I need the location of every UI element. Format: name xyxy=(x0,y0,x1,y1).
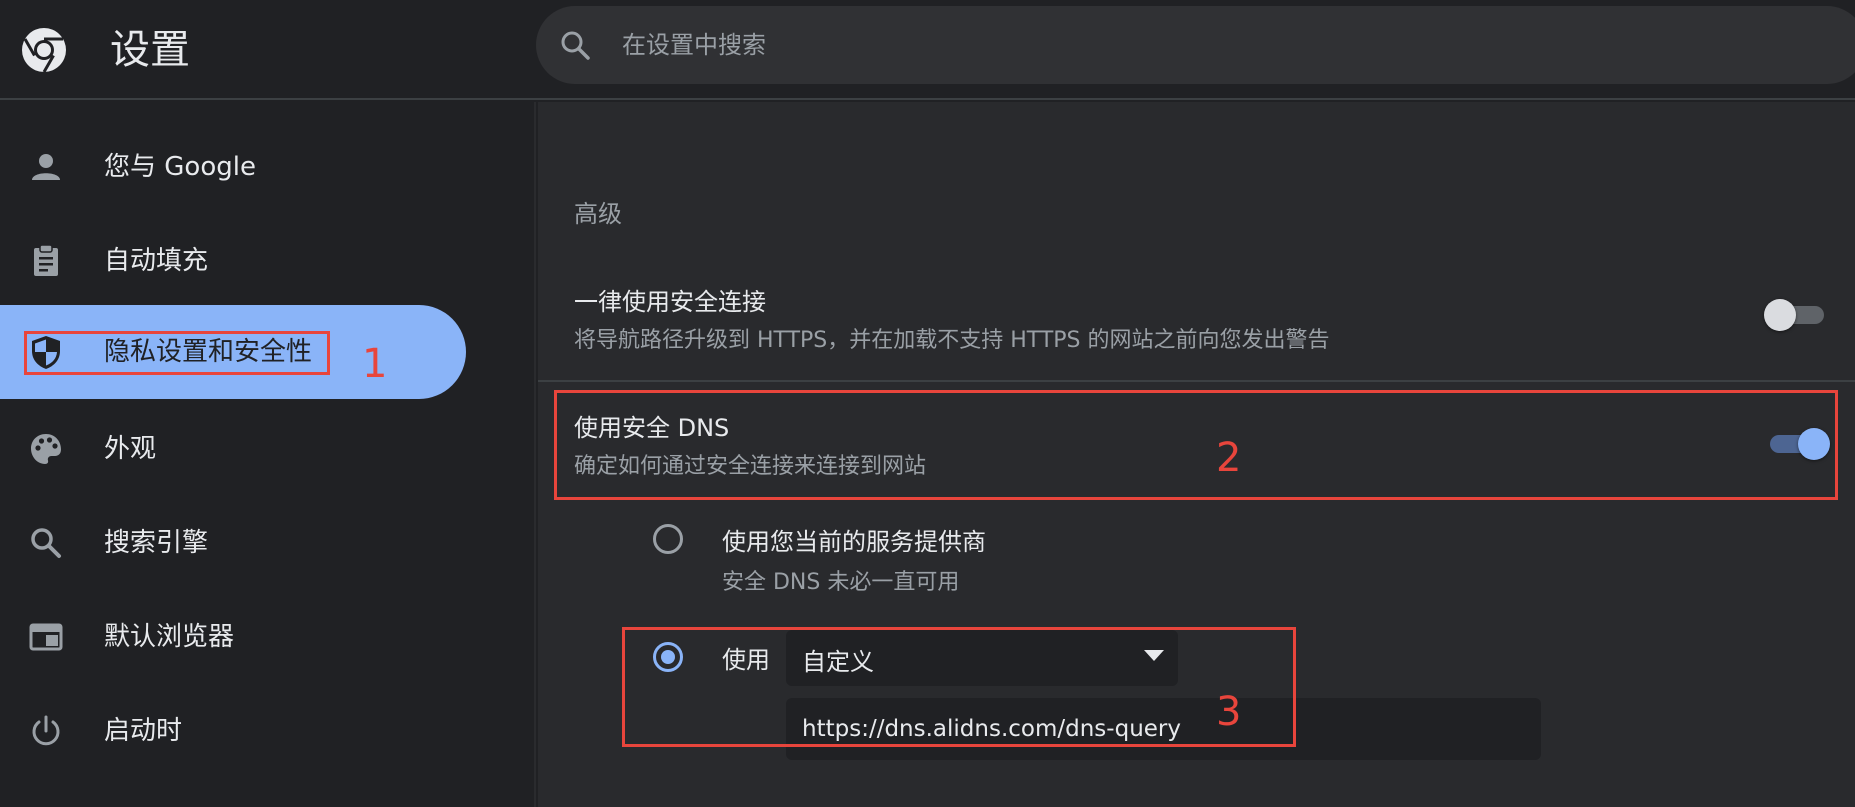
search-box[interactable] xyxy=(536,6,1855,84)
page-title: 设置 xyxy=(110,27,190,73)
sidebar-item-search-engine[interactable]: 搜索引擎 xyxy=(0,496,466,590)
current-provider-title: 使用您当前的服务提供商 xyxy=(722,528,986,556)
sidebar-item-autofill[interactable]: 自动填充 xyxy=(0,214,466,308)
sidebar-item-label: 默认浏览器 xyxy=(104,622,235,652)
sidebar-item-on-startup[interactable]: 启动时 xyxy=(0,684,466,778)
sidebar-item-label: 搜索引擎 xyxy=(104,528,209,558)
radio-current-provider[interactable] xyxy=(653,524,683,554)
current-provider-description: 安全 DNS 未必一直可用 xyxy=(722,570,960,595)
annotation-label-3: 3 xyxy=(1216,689,1242,735)
sidebar-item-default-browser[interactable]: 默认浏览器 xyxy=(0,590,466,684)
annotation-label-1: 1 xyxy=(362,341,388,387)
chrome-logo-icon xyxy=(22,28,66,73)
sidebar-item-appearance[interactable]: 外观 xyxy=(0,402,466,496)
settings-main-panel: 高级 一律使用安全连接 将导航路径升级到 HTTPS，并在加载不支持 HTTPS… xyxy=(538,102,1855,807)
https-setting-title: 一律使用安全连接 xyxy=(574,288,766,316)
search-icon xyxy=(31,528,61,558)
clipboard-icon xyxy=(34,244,58,276)
divider xyxy=(538,380,1855,382)
sidebar-item-label: 您与 Google xyxy=(104,152,256,182)
annotation-box-1 xyxy=(24,331,330,375)
sidebar-item-label: 启动时 xyxy=(104,716,183,746)
browser-window-icon xyxy=(29,623,63,651)
palette-icon xyxy=(31,434,61,464)
annotation-box-3 xyxy=(622,627,1296,747)
https-setting-description: 将导航路径升级到 HTTPS，并在加载不支持 HTTPS 的网站之前向您发出警告 xyxy=(574,328,1330,353)
sidebar: 您与 Google 自动填充 隐私设置和安全性 外观 搜索引擎 默认浏览器 启动… xyxy=(0,102,536,807)
toggle-knob xyxy=(1764,299,1796,331)
header: 设置 xyxy=(0,0,1855,100)
section-title: 高级 xyxy=(574,200,622,228)
sidebar-item-you-and-google[interactable]: 您与 Google xyxy=(0,120,466,214)
https-toggle[interactable] xyxy=(1764,299,1826,331)
sidebar-item-label: 自动填充 xyxy=(104,246,209,276)
sidebar-item-label: 外观 xyxy=(104,434,157,464)
search-input[interactable] xyxy=(622,22,1772,68)
annotation-label-2: 2 xyxy=(1216,435,1242,481)
power-icon xyxy=(32,715,60,746)
person-icon xyxy=(32,154,60,180)
search-icon xyxy=(561,31,590,60)
annotation-box-2 xyxy=(554,390,1838,500)
